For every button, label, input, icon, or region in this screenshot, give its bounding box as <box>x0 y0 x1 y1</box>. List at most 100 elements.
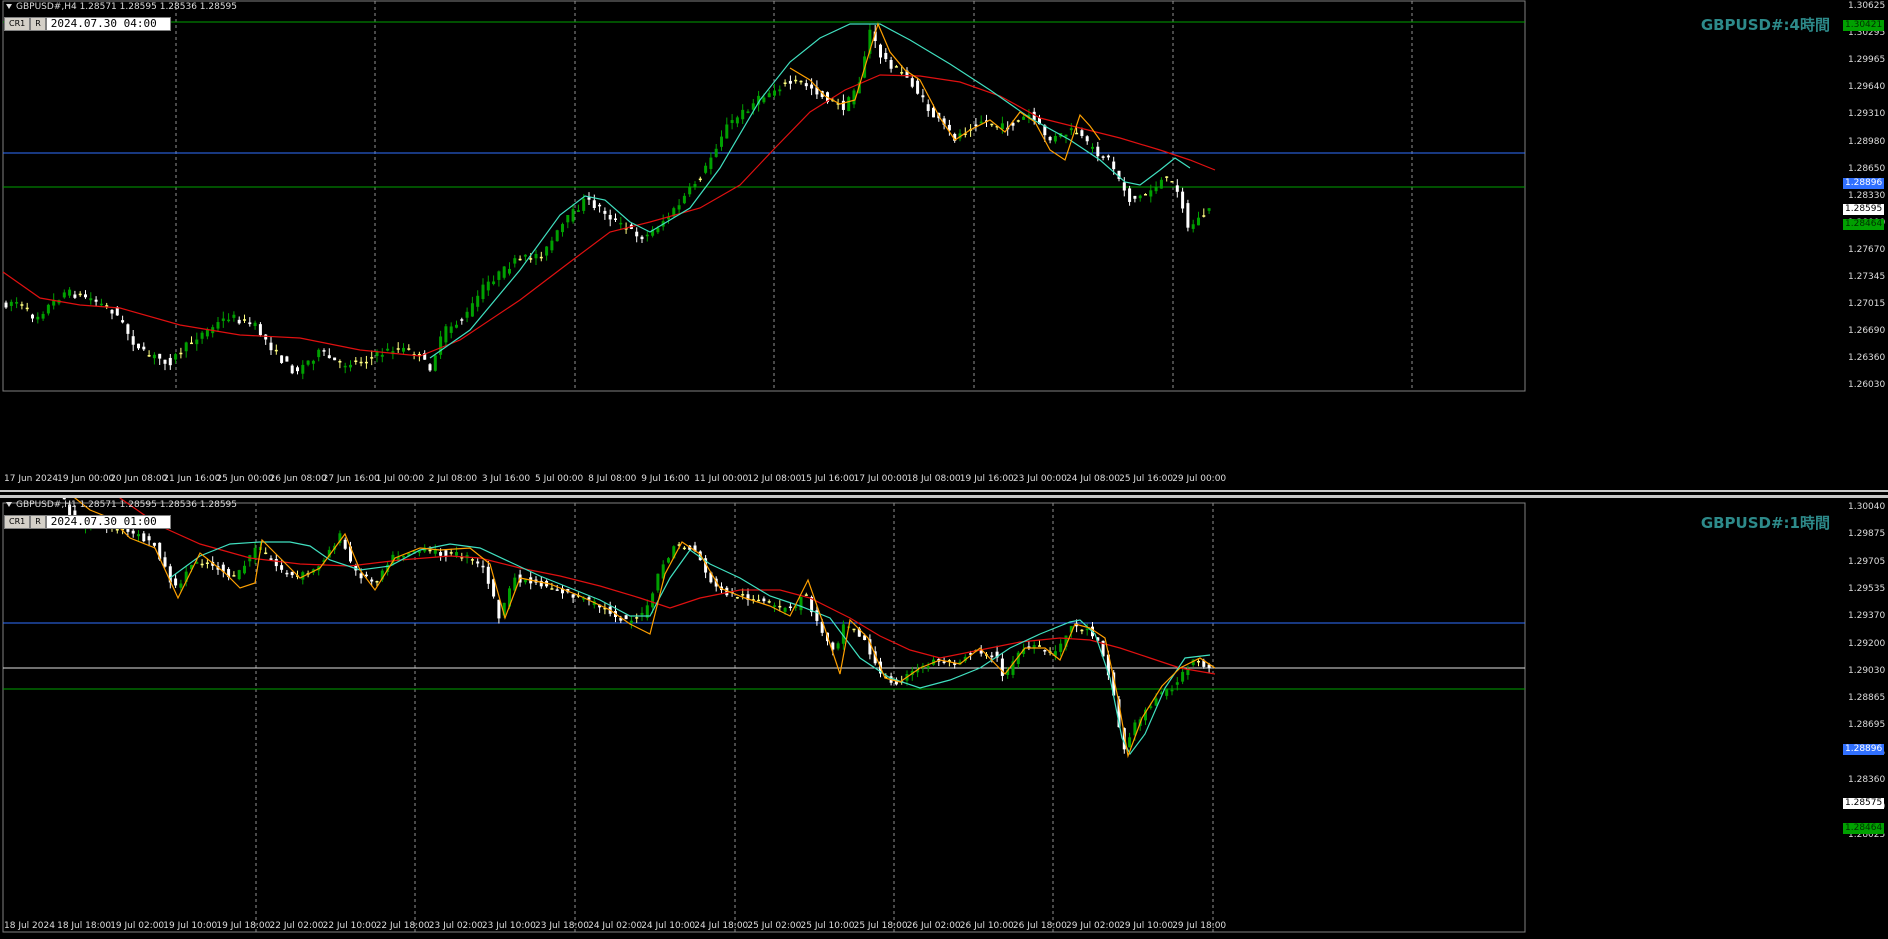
candle-body <box>513 258 517 264</box>
h4-price-plot[interactable] <box>0 0 1888 490</box>
candle-body <box>492 281 496 285</box>
candle-body <box>1048 136 1052 141</box>
candle-body <box>322 350 326 352</box>
candle-body <box>137 343 140 349</box>
candle-body <box>932 107 935 118</box>
time-tick-label: 1 Jul 00:00 <box>375 474 424 484</box>
candle-body <box>1106 155 1110 158</box>
zigzag-orange <box>789 22 1101 161</box>
candle-body <box>200 563 204 566</box>
candle-body <box>285 572 289 575</box>
candle-body <box>449 552 453 554</box>
candle-body <box>147 536 151 541</box>
candle-body <box>142 346 146 350</box>
h1-cr-button[interactable]: CR1 <box>4 515 31 529</box>
candle-body <box>1075 132 1079 135</box>
h4-chart-title: GBPUSD#:4時間 <box>1700 16 1830 34</box>
time-tick-label: 25 Jul 18:00 <box>853 921 908 931</box>
h1-price-plot[interactable] <box>0 498 1888 939</box>
candle-body <box>884 52 888 60</box>
h4-chart-panel[interactable]: GBPUSD#,H4 1.28571 1.28595 1.28536 1.285… <box>0 0 1888 490</box>
candle-body <box>327 355 331 359</box>
candle-body <box>571 594 575 598</box>
candle-body <box>921 95 925 98</box>
candle-body <box>237 319 241 324</box>
panel-divider[interactable] <box>0 490 1888 498</box>
candle-body <box>714 148 718 157</box>
candle-body <box>836 643 840 649</box>
candle-body <box>174 578 178 586</box>
candle-body <box>598 204 602 207</box>
candle-body <box>778 89 782 92</box>
candle-body <box>704 165 708 173</box>
candle-body <box>232 314 236 318</box>
candle-body <box>1149 190 1153 197</box>
candle-body <box>773 605 776 607</box>
candle-body <box>979 121 983 124</box>
price-tick-label: 1.29705 <box>1848 556 1886 567</box>
time-tick-label: 24 Jul 18:00 <box>694 921 749 931</box>
candle-body <box>301 364 305 374</box>
candle-body <box>1059 643 1063 652</box>
price-tick-label: 1.29310 <box>1848 109 1886 120</box>
candle-body <box>386 348 390 351</box>
time-tick-label: 8 Jul 08:00 <box>588 474 637 484</box>
h4-datetime-field[interactable]: 2024.07.30 04:00 <box>45 17 171 31</box>
candle-body <box>68 289 72 296</box>
price-tick-label: 1.27345 <box>1848 272 1886 282</box>
candle-body <box>640 236 644 240</box>
candle-body <box>285 356 289 362</box>
candle-body <box>502 266 506 278</box>
candle-body <box>94 299 98 302</box>
price-tick-label: 1.28360 <box>1848 775 1886 785</box>
candle-body <box>243 565 246 574</box>
collapse-triangle-icon[interactable] <box>6 502 12 507</box>
h1-r-button[interactable]: R <box>30 515 46 529</box>
candle-body <box>783 82 787 84</box>
h1-datetime-field[interactable]: 2024.07.30 01:00 <box>45 515 171 529</box>
candle-body <box>221 318 225 321</box>
candle-body <box>1154 698 1158 706</box>
h1-chart-panel[interactable]: GBPUSD#,H1 1.28571 1.28595 1.28536 1.285… <box>0 498 1888 939</box>
candle-body <box>778 605 782 608</box>
candle-body <box>1175 185 1179 192</box>
candle-body <box>152 354 156 359</box>
candle-body <box>439 552 443 556</box>
candle-body <box>1191 224 1195 229</box>
candle-body <box>78 293 82 296</box>
candle-body <box>804 594 808 596</box>
h1-button-row: CR1 R 2024.07.30 01:00 <box>4 515 171 529</box>
h4-top-level-tag: 1.30421 <box>1843 20 1885 31</box>
time-tick-label: 22 Jul 02:00 <box>269 921 324 931</box>
h4-r-button[interactable]: R <box>30 17 46 31</box>
candle-body <box>131 336 135 345</box>
candle-body <box>36 316 40 320</box>
candle-body <box>1144 193 1147 196</box>
candle-body <box>900 72 904 74</box>
candle-body <box>253 322 257 327</box>
candle-body <box>603 210 607 214</box>
time-tick-label: 19 Jun 00:00 <box>57 474 115 484</box>
candle-body <box>449 326 453 333</box>
collapse-triangle-icon[interactable] <box>6 4 12 9</box>
candle-body <box>274 559 278 567</box>
candle-body <box>709 157 713 169</box>
time-tick-label: 5 Jul 00:00 <box>535 474 584 484</box>
plot-frame <box>2 0 1526 392</box>
candle-body <box>137 534 140 537</box>
candle-body <box>682 547 686 550</box>
candle-body <box>131 530 135 534</box>
candle-body <box>1080 629 1084 632</box>
candle-body <box>380 354 384 357</box>
candle-body <box>523 579 527 583</box>
time-tick-label: 29 Jul 00:00 <box>1172 474 1227 484</box>
price-tick-label: 1.26360 <box>1848 353 1886 364</box>
candle-body <box>1085 628 1089 631</box>
candle-body <box>735 117 739 124</box>
price-tick-label: 1.29875 <box>1848 529 1886 540</box>
candle-body <box>1202 215 1206 217</box>
h4-cr-button[interactable]: CR1 <box>4 17 31 31</box>
candle-body <box>476 295 480 307</box>
candle-body <box>269 342 273 351</box>
candle-body <box>624 615 628 620</box>
